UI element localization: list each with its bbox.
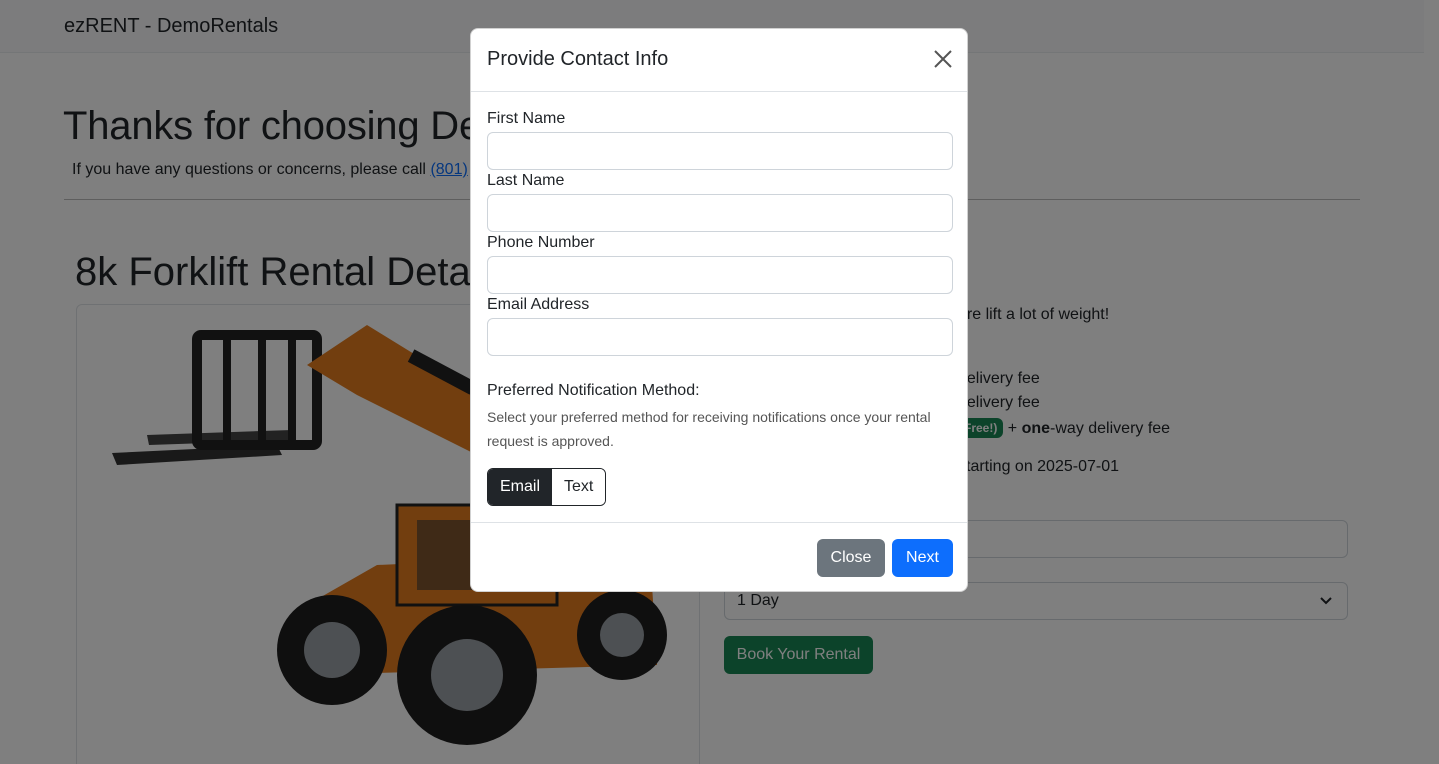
phone-number-input[interactable] (487, 256, 953, 294)
toggle-text[interactable]: Text (552, 469, 606, 505)
close-button[interactable]: Close (817, 539, 885, 577)
notification-method-help: Select your preferred method for receivi… (487, 409, 931, 449)
first-name-label: First Name (487, 110, 566, 127)
modal-title: Provide Contact Info (487, 48, 669, 70)
next-button[interactable]: Next (892, 539, 953, 577)
last-name-label: Last Name (487, 172, 565, 189)
modal-header: Provide Contact Info (471, 29, 967, 92)
notification-method-label: Preferred Notification Method: (487, 382, 700, 399)
modal-footer: Close Next (471, 522, 967, 591)
last-name-input[interactable] (487, 194, 953, 232)
close-icon[interactable] (933, 49, 953, 69)
email-address-label: Email Address (487, 296, 590, 313)
notification-method-toggle: Email Text (487, 468, 607, 506)
phone-number-label: Phone Number (487, 234, 595, 251)
email-address-input[interactable] (487, 318, 953, 356)
first-name-input[interactable] (487, 132, 953, 170)
contact-info-modal: Provide Contact Info First Name Last Nam… (470, 28, 968, 592)
toggle-email[interactable]: Email (488, 469, 553, 505)
